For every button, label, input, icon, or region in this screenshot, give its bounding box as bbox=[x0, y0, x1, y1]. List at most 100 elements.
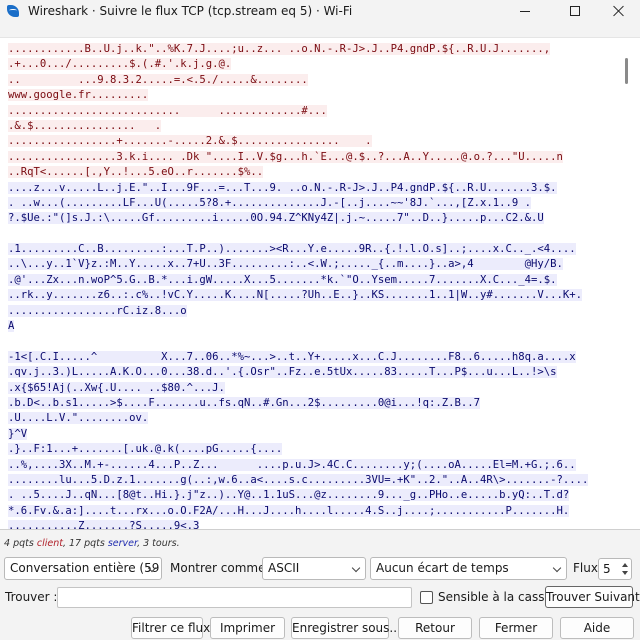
server-stream-line: . ..5....J..qN...[8@t..Hi.}.j"z..)..Y@..… bbox=[8, 488, 624, 503]
chevron-down-icon bbox=[351, 563, 361, 573]
server-stream-line: ?.$Ue.:"(]s.J.:\.....Gf.........i.....0O… bbox=[8, 211, 624, 226]
chevron-down-icon bbox=[552, 563, 562, 573]
stream-blank-line bbox=[8, 227, 624, 242]
stream-line-text: ..RqT<......[.,Y..!...5.eO..r.......$%.. bbox=[8, 166, 264, 179]
stream-line-text: ..%,....3X..M.+-......4...P..Z... ....p.… bbox=[8, 458, 576, 471]
server-stream-line: *.6.Fv.&.a:]....t...rx...o.O.F2A/...H...… bbox=[8, 504, 624, 519]
server-stream-line: ........lu...5.D.z.1.......g(..:,w.6..a<… bbox=[8, 473, 624, 488]
find-input[interactable] bbox=[57, 587, 412, 608]
server-stream-line: .x{$65!Aj(..Xw{.U.... ..$80.^...J. bbox=[8, 381, 624, 396]
stream-line-text: . ..w...(.........LF...U(.....5?8.+.....… bbox=[8, 196, 531, 209]
server-stream-line: A bbox=[8, 319, 624, 334]
stream-line-text: ........................... ............… bbox=[8, 104, 327, 117]
server-stream-line: ..rk..y.......z6..:.c%..!vC.Y.....K....N… bbox=[8, 288, 624, 303]
server-stream-line: .}..F:1...+.......[.uk.@.k(....pG.....{.… bbox=[8, 442, 624, 457]
client-stream-line: www.google.fr......... bbox=[8, 88, 624, 103]
server-stream-line: ..%,....3X..M.+-......4...P..Z... ....p.… bbox=[8, 458, 624, 473]
stream-line-text: .qv.j..3.)L.....A.K.O...0...38.d..'.{.Os… bbox=[8, 366, 557, 379]
stream-line-text: .................3.k.i.... .Dk "....I..V… bbox=[8, 150, 563, 163]
server-stream-line: .qv.j..3.)L.....A.K.O...0...38.d..'.{.Os… bbox=[8, 365, 624, 380]
stream-label: Flux bbox=[573, 561, 598, 575]
conversation-select[interactable]: Conversation entière (59 k bbox=[4, 557, 162, 580]
server-stream-line: .1.........C..B.........:...T.P..)......… bbox=[8, 242, 624, 257]
minimize-icon bbox=[520, 10, 530, 12]
stream-line-text: www.google.fr......... bbox=[8, 89, 149, 102]
spin-up-icon[interactable] bbox=[622, 563, 628, 567]
client-stream-line: .................3.k.i.... .Dk "....I..V… bbox=[8, 150, 624, 165]
stream-blank-line bbox=[8, 334, 624, 349]
spin-down-icon[interactable] bbox=[622, 571, 628, 575]
client-stream-line: ..RqT<......[.,Y..!...5.eO..r.......$%.. bbox=[8, 165, 624, 180]
stream-line-text: .+...0.../.........$.(.#.'.k.j.g.@. bbox=[8, 58, 232, 71]
stream-line-text: *.6.Fv.&.a:]....t...rx...o.O.F2A/...H...… bbox=[8, 504, 570, 517]
show-as-select-value: ASCII bbox=[268, 561, 300, 575]
server-stream-line: .@'...Zx...n.woP^5.G..B.*...i.gW.....X..… bbox=[8, 273, 624, 288]
stream-line-text: .. ...9.8.3.2.....=.<.5./.....&........ bbox=[8, 73, 308, 86]
stream-line-text: .1.........C..B.........:...T.P..)......… bbox=[8, 243, 576, 256]
stream-line-text: }^V bbox=[8, 427, 28, 440]
stream-line-text: .@'...Zx...n.woP^5.G..B.*...i.gW.....X..… bbox=[8, 273, 557, 286]
turns-count: 3 tours. bbox=[143, 538, 180, 549]
stream-line-text: ?.$Ue.:"(]s.J.:\.....Gf.........i.....0O… bbox=[8, 212, 544, 225]
server-stream-line: .b.D<..b.s1.....>$....F.......u..fs.qN..… bbox=[8, 396, 624, 411]
minimize-button[interactable] bbox=[502, 0, 548, 22]
show-as-select[interactable]: ASCII bbox=[262, 557, 366, 580]
client-stream-line: .................+.......-.....2.&.$....… bbox=[8, 134, 624, 149]
back-button[interactable]: Retour bbox=[398, 617, 472, 639]
close-icon bbox=[613, 5, 625, 17]
filter-stream-button[interactable]: Filtrer ce flux bbox=[131, 617, 210, 639]
stream-number-value: 5 bbox=[603, 562, 611, 576]
server-stream-line: . ..w...(.........LF...U(.....5?8.+.....… bbox=[8, 196, 624, 211]
show-as-label: Montrer comme bbox=[170, 561, 266, 575]
stream-line-text: ....z...v.....L..j.E."..I...9F...=...T..… bbox=[8, 181, 557, 194]
stream-line-text: ...........Z.......?S.....9<.3 bbox=[8, 520, 200, 529]
server-stream-line: ..\...y..1`V}z.:M..Y.....x..7+U..3F.....… bbox=[8, 257, 624, 272]
stream-line-text: ..\...y..1`V}z.:M..Y.....x..7+U..3F.....… bbox=[8, 258, 563, 271]
client-stream-line: ........................... ............… bbox=[8, 104, 624, 119]
stream-line-text: ..rk..y.......z6..:.c%..!vC.Y.....K....N… bbox=[8, 289, 583, 302]
case-sensitive-label: Sensible à la casse bbox=[438, 590, 552, 604]
stream-line-text: .}..F:1...+.......[.uk.@.k(....pG.....{.… bbox=[8, 443, 283, 456]
help-button[interactable]: Aide bbox=[560, 617, 634, 639]
server-stream-line: ....z...v.....L..j.E."..I...9F...=...T..… bbox=[8, 181, 624, 196]
window-title: Wireshark · Suivre le flux TCP (tcp.stre… bbox=[28, 4, 353, 18]
conversation-select-value: Conversation entière (59 k bbox=[10, 561, 162, 575]
case-sensitive-checkbox[interactable] bbox=[420, 591, 433, 604]
close-window-button[interactable] bbox=[596, 0, 640, 22]
server-stream-line: ...........Z.......?S.....9<.3 bbox=[8, 519, 624, 529]
stream-line-text: .................rC.iz.8...o bbox=[8, 304, 187, 317]
time-delta-select[interactable]: Aucun écart de temps bbox=[370, 557, 567, 580]
server-packet-count: 17 pqts bbox=[68, 538, 105, 549]
stream-line-text: A bbox=[8, 320, 15, 333]
stream-line-text: ........lu...5.D.z.1.......g(..:,w.6..a<… bbox=[8, 473, 589, 486]
server-stream-line: -1<[.C.I.....^ X...7..06..*%~...>..t..Y+… bbox=[8, 350, 624, 365]
stream-line-text: . ..5....J..qN...[8@t..Hi.}.j"z..)..Y@..… bbox=[8, 489, 570, 502]
stream-number-spinbox[interactable]: 5 bbox=[598, 558, 632, 580]
save-as-button[interactable]: Enregistrer sous... bbox=[291, 617, 401, 639]
stream-line-text: ............B..U.j..k."..%K.7.J....;u..z… bbox=[8, 43, 551, 55]
stream-content-pane[interactable]: ............B..U.j..k."..%K.7.J....;u..z… bbox=[0, 37, 640, 530]
close-button[interactable]: Fermer bbox=[479, 617, 553, 639]
title-bar: Wireshark · Suivre le flux TCP (tcp.stre… bbox=[0, 0, 640, 22]
vertical-scrollbar[interactable] bbox=[625, 58, 628, 84]
find-next-button[interactable]: Trouver Suivant bbox=[545, 586, 640, 608]
server-stream-line: .U....L.V."........ov. bbox=[8, 411, 624, 426]
server-label: server bbox=[107, 538, 138, 549]
server-stream-line: .................rC.iz.8...o bbox=[8, 304, 624, 319]
client-stream-line: .. ...9.8.3.2.....=.<.5./.....&........ bbox=[8, 73, 624, 88]
client-stream-line: ............B..U.j..k."..%K.7.J....;u..z… bbox=[8, 42, 624, 57]
stream-line-text: .&.$................ . bbox=[8, 119, 162, 132]
server-stream-line: }^V bbox=[8, 427, 624, 442]
client-stream-line: .+...0.../.........$.(.#.'.k.j.g.@. bbox=[8, 57, 624, 72]
stream-line-text: .b.D<..b.s1.....>$....F.......u..fs.qN..… bbox=[8, 396, 480, 409]
maximize-icon bbox=[570, 6, 580, 16]
find-label: Trouver : bbox=[5, 590, 58, 604]
stream-line-text: .................+.......-.....2.&.$....… bbox=[8, 135, 372, 148]
maximize-button[interactable] bbox=[552, 0, 598, 22]
stream-line-text: .U....L.V."........ov. bbox=[8, 412, 149, 425]
print-button[interactable]: Imprimer bbox=[210, 617, 285, 639]
client-packet-count: 4 pqts bbox=[4, 538, 34, 549]
stream-statistics: 4 pqts client, 17 pqts server, 3 tours. bbox=[4, 538, 180, 549]
wireshark-fin-icon bbox=[6, 4, 20, 18]
client-label: client bbox=[36, 538, 63, 549]
